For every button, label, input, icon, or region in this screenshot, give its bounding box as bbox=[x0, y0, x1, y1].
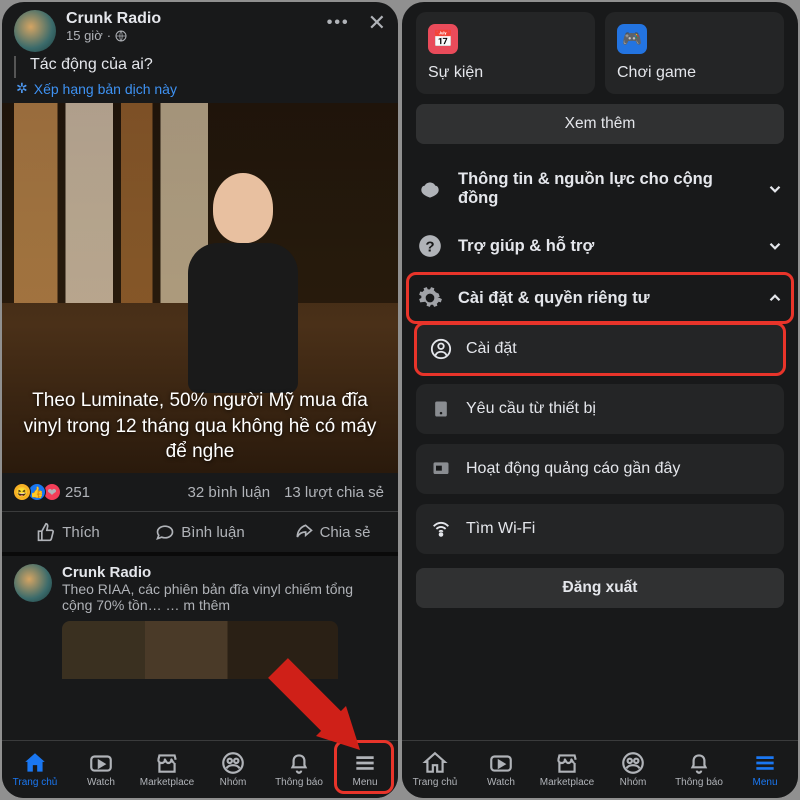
highlight-settings-section bbox=[406, 272, 794, 324]
phone-left: Crunk Radio 15 giờ · ••• ✕ Tác động của … bbox=[2, 2, 398, 798]
menu-icon bbox=[752, 750, 778, 776]
see-more-button[interactable]: Xem thêm bbox=[416, 104, 784, 144]
gamepad-icon: 🎮 bbox=[617, 24, 647, 54]
nav-groups[interactable]: Nhóm bbox=[600, 741, 666, 798]
post-header: Crunk Radio 15 giờ · ••• ✕ bbox=[2, 2, 398, 56]
like-button[interactable]: Thích bbox=[2, 512, 134, 552]
wifi-icon bbox=[430, 518, 452, 540]
shortcut-tiles: 📅 Sự kiện 🎮 Chơi game bbox=[402, 12, 798, 94]
nav-home[interactable]: Trang chủ bbox=[2, 741, 68, 798]
chevron-down-icon bbox=[766, 180, 784, 198]
post-media[interactable]: Theo Luminate, 50% người Mỹ mua đĩa viny… bbox=[2, 103, 398, 473]
avatar[interactable] bbox=[14, 10, 56, 52]
nav-notifications[interactable]: Thông báo bbox=[666, 741, 732, 798]
post-stats: 😆 👍 ❤ 251 32 bình luận 13 lượt chia sẻ bbox=[2, 473, 398, 511]
translate-rating[interactable]: ✲ Xếp hạng bản dịch này bbox=[2, 78, 398, 103]
share-count[interactable]: 13 lượt chia sẻ bbox=[284, 484, 384, 501]
next-post[interactable]: Crunk Radio Theo RIAA, các phiên bản đĩa… bbox=[2, 556, 398, 621]
action-bar: Thích Bình luận Chia sẻ bbox=[2, 511, 398, 556]
bell-icon bbox=[686, 750, 712, 776]
svg-text:?: ? bbox=[425, 238, 434, 255]
like-count: 251 bbox=[65, 484, 90, 501]
nav-menu[interactable]: Menu bbox=[732, 741, 798, 798]
comment-icon bbox=[155, 522, 175, 542]
section-help[interactable]: ? Trợ giúp & hỗ trợ bbox=[402, 220, 798, 272]
tile-events[interactable]: 📅 Sự kiện bbox=[416, 12, 595, 94]
chevron-down-icon bbox=[766, 237, 784, 255]
subitem-recent-ad-activity[interactable]: Hoạt động quảng cáo gần đây bbox=[416, 444, 784, 494]
nav-watch[interactable]: Watch bbox=[468, 741, 534, 798]
device-icon bbox=[430, 398, 452, 420]
nav-groups[interactable]: Nhóm bbox=[200, 741, 266, 798]
subitem-device-requests[interactable]: Yêu cầu từ thiết bị bbox=[416, 384, 784, 434]
tile-gaming[interactable]: 🎮 Chơi game bbox=[605, 12, 784, 94]
home-icon bbox=[422, 750, 448, 776]
groups-icon bbox=[220, 750, 246, 776]
phone-right: 📅 Sự kiện 🎮 Chơi game Xem thêm Thông tin… bbox=[402, 2, 798, 798]
nav-marketplace[interactable]: Marketplace bbox=[534, 741, 600, 798]
reactions[interactable]: 😆 👍 ❤ 251 bbox=[16, 483, 90, 501]
share-icon bbox=[294, 522, 314, 542]
gear-icon: ✲ bbox=[16, 80, 28, 97]
post-text: Tác động của ai? bbox=[14, 56, 398, 78]
calendar-icon: 📅 bbox=[428, 24, 458, 54]
nav-marketplace[interactable]: Marketplace bbox=[134, 741, 200, 798]
subitem-find-wifi[interactable]: Tìm Wi-Fi bbox=[416, 504, 784, 554]
bottom-nav: Trang chủ Watch Marketplace Nhóm Thông b… bbox=[402, 740, 798, 798]
groups-icon bbox=[620, 750, 646, 776]
help-icon: ? bbox=[416, 232, 444, 260]
comment-count[interactable]: 32 bình luận bbox=[187, 484, 270, 501]
marketplace-icon bbox=[154, 750, 180, 776]
logout-button[interactable]: Đăng xuất bbox=[416, 568, 784, 608]
more-options-icon[interactable]: ••• bbox=[327, 14, 350, 32]
nav-watch[interactable]: Watch bbox=[68, 741, 134, 798]
media-overlay-text: Theo Luminate, 50% người Mỹ mua đĩa viny… bbox=[14, 388, 386, 465]
close-icon[interactable]: ✕ bbox=[368, 10, 386, 36]
highlight-settings-item bbox=[414, 322, 786, 376]
section-community[interactable]: Thông tin & nguồn lực cho cộng đồng bbox=[402, 158, 798, 220]
post-author[interactable]: Crunk Radio bbox=[66, 10, 317, 28]
post-time: 15 giờ · bbox=[66, 28, 317, 43]
thumb-up-icon bbox=[36, 522, 56, 542]
ads-icon bbox=[430, 458, 452, 480]
share-button[interactable]: Chia sẻ bbox=[266, 512, 398, 552]
hands-icon bbox=[416, 175, 444, 203]
nav-home[interactable]: Trang chủ bbox=[402, 741, 468, 798]
watch-icon bbox=[488, 750, 514, 776]
marketplace-icon bbox=[554, 750, 580, 776]
laugh-reaction-icon: 😆 bbox=[13, 483, 31, 501]
next-post-author: Crunk Radio bbox=[62, 564, 386, 581]
arrow-annotation bbox=[268, 658, 368, 758]
avatar[interactable] bbox=[14, 564, 52, 602]
comment-button[interactable]: Bình luận bbox=[134, 512, 266, 552]
globe-icon bbox=[115, 30, 127, 42]
watch-icon bbox=[88, 750, 114, 776]
settings-subitems: Cài đặt Yêu cầu từ thiết bị Hoạt động qu… bbox=[402, 324, 798, 554]
home-icon bbox=[22, 750, 48, 776]
